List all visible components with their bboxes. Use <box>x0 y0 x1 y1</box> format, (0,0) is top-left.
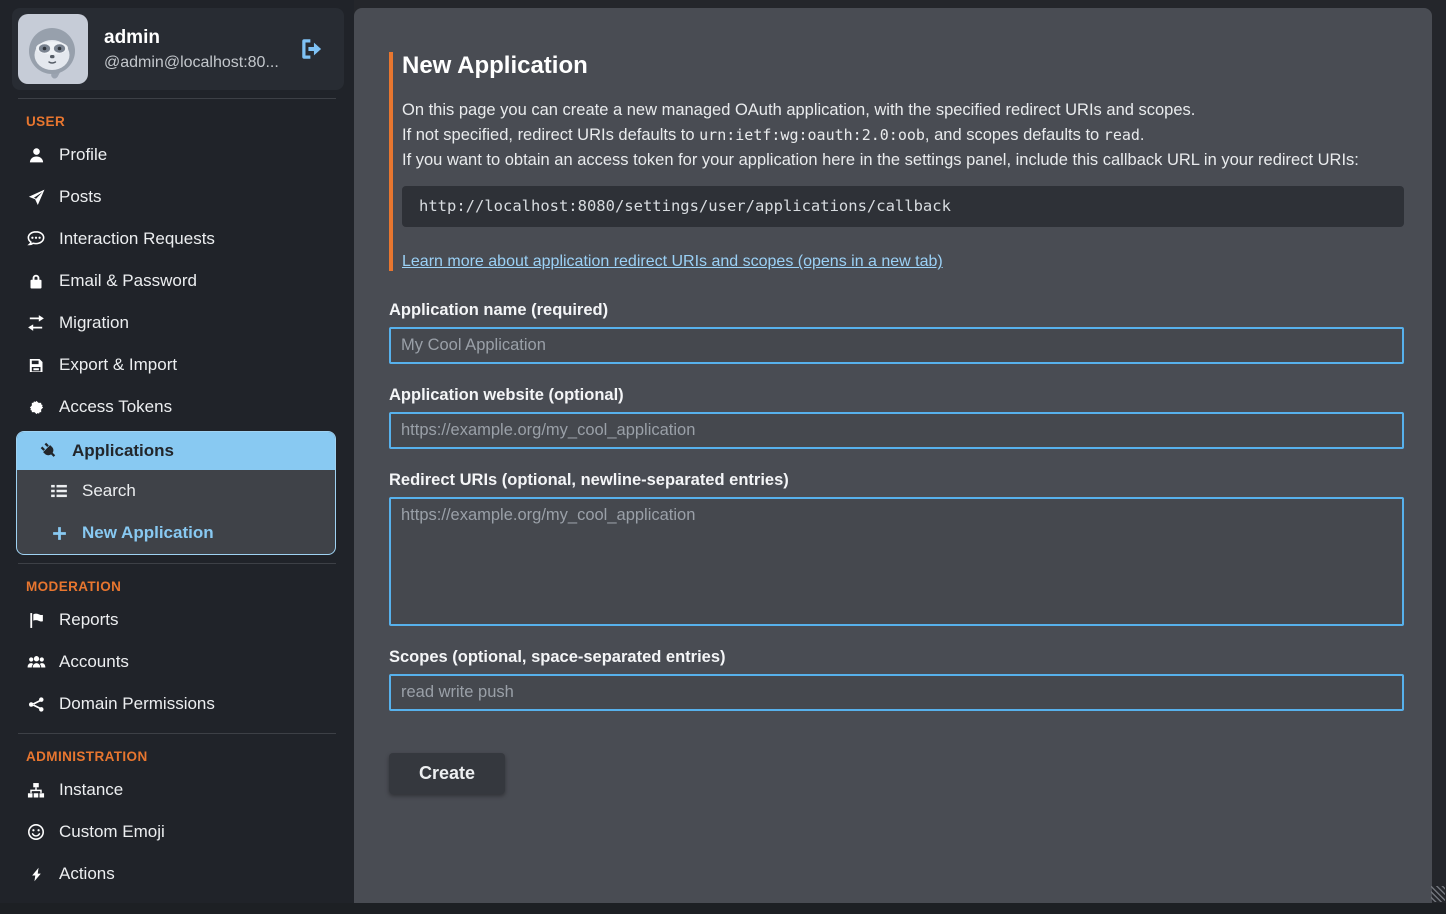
right-left-arrows-icon <box>26 314 46 332</box>
main-panel: New Application On this page you can cre… <box>354 8 1432 903</box>
lock-icon <box>26 273 46 290</box>
plug-icon <box>39 442 59 460</box>
sidebar-item-email-password[interactable]: Email & Password <box>0 260 354 302</box>
sidebar-item-label: Reports <box>59 610 119 630</box>
sidebar-item-new-application[interactable]: New Application <box>17 512 335 554</box>
section-header-administration: ADMINISTRATION <box>26 749 354 764</box>
sidebar-item-access-tokens[interactable]: Access Tokens <box>0 386 354 428</box>
inline-code-oob: urn:ietf:wg:oauth:2.0:oob <box>699 126 925 144</box>
sidebar-item-label: Email & Password <box>59 271 197 291</box>
share-nodes-icon <box>26 696 46 713</box>
smile-icon <box>26 823 46 841</box>
sidebar-item-label: Access Tokens <box>59 397 172 417</box>
paper-plane-icon <box>26 189 46 206</box>
user-icon <box>26 147 46 164</box>
intro-line-2-pre: If not specified, redirect URIs defaults… <box>402 126 699 144</box>
sidebar-item-posts[interactable]: Posts <box>0 176 354 218</box>
redirect-uris-field: Redirect URIs (optional, newline-separat… <box>389 471 1404 626</box>
new-application-form: Application name (required) Application … <box>389 301 1404 794</box>
sidebar-item-search[interactable]: Search <box>17 470 335 512</box>
sidebar-item-label: Profile <box>59 145 107 165</box>
callback-url-code-block: http://localhost:8080/settings/user/appl… <box>402 186 1404 227</box>
sidebar-item-applications[interactable]: Applications <box>17 432 335 470</box>
horizontal-scrollbar-track[interactable] <box>0 903 1446 914</box>
application-website-input[interactable] <box>389 412 1404 449</box>
flag-icon <box>26 612 46 629</box>
sidebar-item-interaction-requests[interactable]: Interaction Requests <box>0 218 354 260</box>
sidebar-item-label: Migration <box>59 313 129 333</box>
plus-icon <box>49 525 69 542</box>
sidebar-item-label: Domain Permissions <box>59 694 215 714</box>
intro-section: New Application On this page you can cre… <box>389 52 1404 271</box>
sidebar-item-label: Interaction Requests <box>59 229 215 249</box>
users-icon <box>26 654 46 671</box>
intro-line-2-mid: , and scopes defaults to <box>925 126 1104 144</box>
divider <box>18 98 336 99</box>
sitemap-icon <box>26 782 46 799</box>
redirect-uris-label: Redirect URIs (optional, newline-separat… <box>389 471 1404 490</box>
sidebar-item-actions[interactable]: Actions <box>0 853 354 895</box>
redirect-uris-textarea[interactable] <box>389 497 1404 626</box>
sidebar-item-label: New Application <box>82 523 214 543</box>
sidebar-item-label: Export & Import <box>59 355 177 375</box>
sidebar-item-accounts[interactable]: Accounts <box>0 641 354 683</box>
logout-button[interactable] <box>295 32 329 66</box>
inline-code-read: read <box>1104 126 1140 144</box>
sidebar: admin @admin@localhost:80... USER Profil… <box>0 0 354 903</box>
intro-line-2-post: . <box>1140 126 1145 144</box>
avatar <box>18 14 88 84</box>
sidebar-item-domain-permissions[interactable]: Domain Permissions <box>0 683 354 725</box>
sidebar-item-label: Applications <box>72 441 174 461</box>
section-header-moderation: MODERATION <box>26 579 354 594</box>
divider <box>18 563 336 564</box>
sidebar-item-reports[interactable]: Reports <box>0 599 354 641</box>
sidebar-item-label: Instance <box>59 780 123 800</box>
application-name-label: Application name (required) <box>389 301 1404 320</box>
page-title: New Application <box>402 52 1404 80</box>
sign-out-icon <box>299 50 325 65</box>
user-handle: @admin@localhost:80... <box>104 54 279 72</box>
intro-text: On this page you can create a new manage… <box>402 98 1404 172</box>
app-root: admin @admin@localhost:80... USER Profil… <box>0 0 1446 914</box>
create-button[interactable]: Create <box>389 753 505 794</box>
scopes-label: Scopes (optional, space-separated entrie… <box>389 648 1404 667</box>
section-header-user: USER <box>26 114 354 129</box>
scopes-field: Scopes (optional, space-separated entrie… <box>389 648 1404 711</box>
user-card[interactable]: admin @admin@localhost:80... <box>12 8 344 90</box>
list-icon <box>49 482 69 500</box>
application-website-label: Application website (optional) <box>389 386 1404 405</box>
callback-url: http://localhost:8080/settings/user/appl… <box>419 197 951 215</box>
sidebar-item-label: Posts <box>59 187 102 207</box>
sidebar-item-label: Search <box>82 481 136 501</box>
learn-more-link[interactable]: Learn more about application redirect UR… <box>402 253 943 271</box>
sidebar-item-export-import[interactable]: Export & Import <box>0 344 354 386</box>
resize-grip-icon[interactable] <box>1431 886 1445 902</box>
application-name-field: Application name (required) <box>389 301 1404 364</box>
sidebar-item-profile[interactable]: Profile <box>0 134 354 176</box>
sidebar-item-label: Accounts <box>59 652 129 672</box>
application-website-field: Application website (optional) <box>389 386 1404 449</box>
applications-group: Applications Search New Application <box>16 431 336 555</box>
sidebar-item-label: Actions <box>59 864 115 884</box>
user-text: admin @admin@localhost:80... <box>104 27 279 72</box>
user-display-name: admin <box>104 27 279 49</box>
floppy-disk-icon <box>26 357 46 374</box>
intro-line-1: On this page you can create a new manage… <box>402 101 1195 119</box>
sidebar-item-custom-emoji[interactable]: Custom Emoji <box>0 811 354 853</box>
scopes-input[interactable] <box>389 674 1404 711</box>
intro-line-3: If you want to obtain an access token fo… <box>402 151 1359 169</box>
sidebar-item-instance[interactable]: Instance <box>0 769 354 811</box>
certificate-icon <box>26 399 46 416</box>
sidebar-item-migration[interactable]: Migration <box>0 302 354 344</box>
applications-subnav: Search New Application <box>17 470 335 554</box>
sidebar-item-label: Custom Emoji <box>59 822 165 842</box>
bolt-icon <box>26 866 46 883</box>
sloth-avatar-icon <box>18 14 88 84</box>
comment-dots-icon <box>26 230 46 248</box>
application-name-input[interactable] <box>389 327 1404 364</box>
divider <box>18 733 336 734</box>
